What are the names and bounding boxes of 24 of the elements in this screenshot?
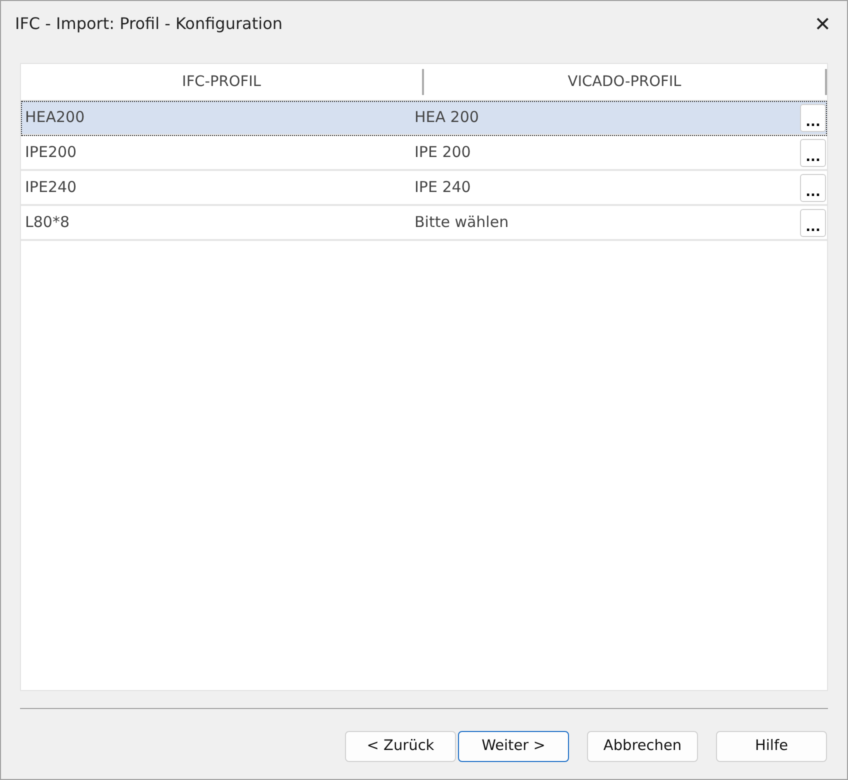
table-row[interactable]: IPE200 IPE 200 ...: [21, 136, 827, 171]
window-title: IFC - Import: Profil - Konfiguration: [15, 13, 282, 35]
dialog-button[interactable]: Abbrechen: [587, 731, 698, 762]
table-row[interactable]: L80*8 Bitte wählen ...: [21, 206, 827, 241]
ifc-profile-cell-text: IPE240: [24, 177, 78, 198]
browse-button[interactable]: ...: [800, 174, 826, 202]
vicado-profile-cell-text: IPE 200: [414, 142, 472, 164]
browse-button[interactable]: ...: [800, 208, 826, 236]
ifc-profile-cell-text: L80*8: [24, 212, 70, 234]
column-header[interactable]: VICADO-PROFIL: [424, 69, 827, 95]
column-header[interactable]: IFC-PROFIL: [21, 69, 424, 95]
close-button[interactable]: ✕: [810, 14, 835, 34]
dialog-button[interactable]: < Zurück: [345, 731, 456, 762]
dialog-button[interactable]: Weiter >: [458, 731, 569, 762]
ifc-profile-cell-text: HEA200: [24, 107, 86, 128]
table-row[interactable]: HEA200 HEA 200 ...: [21, 101, 827, 136]
browse-button[interactable]: ...: [800, 104, 826, 132]
vicado-profile-cell-text: HEA 200: [414, 107, 480, 128]
dialog-button[interactable]: Hilfe: [716, 731, 827, 762]
vicado-profile-cell-text: IPE 240: [414, 177, 472, 198]
vicado-profile-cell-text: Bitte wählen: [414, 212, 510, 234]
browse-button[interactable]: ...: [800, 138, 826, 166]
table-row[interactable]: IPE240 IPE 240 ...: [21, 171, 827, 206]
ifc-profile-cell-text: IPE200: [24, 142, 78, 164]
